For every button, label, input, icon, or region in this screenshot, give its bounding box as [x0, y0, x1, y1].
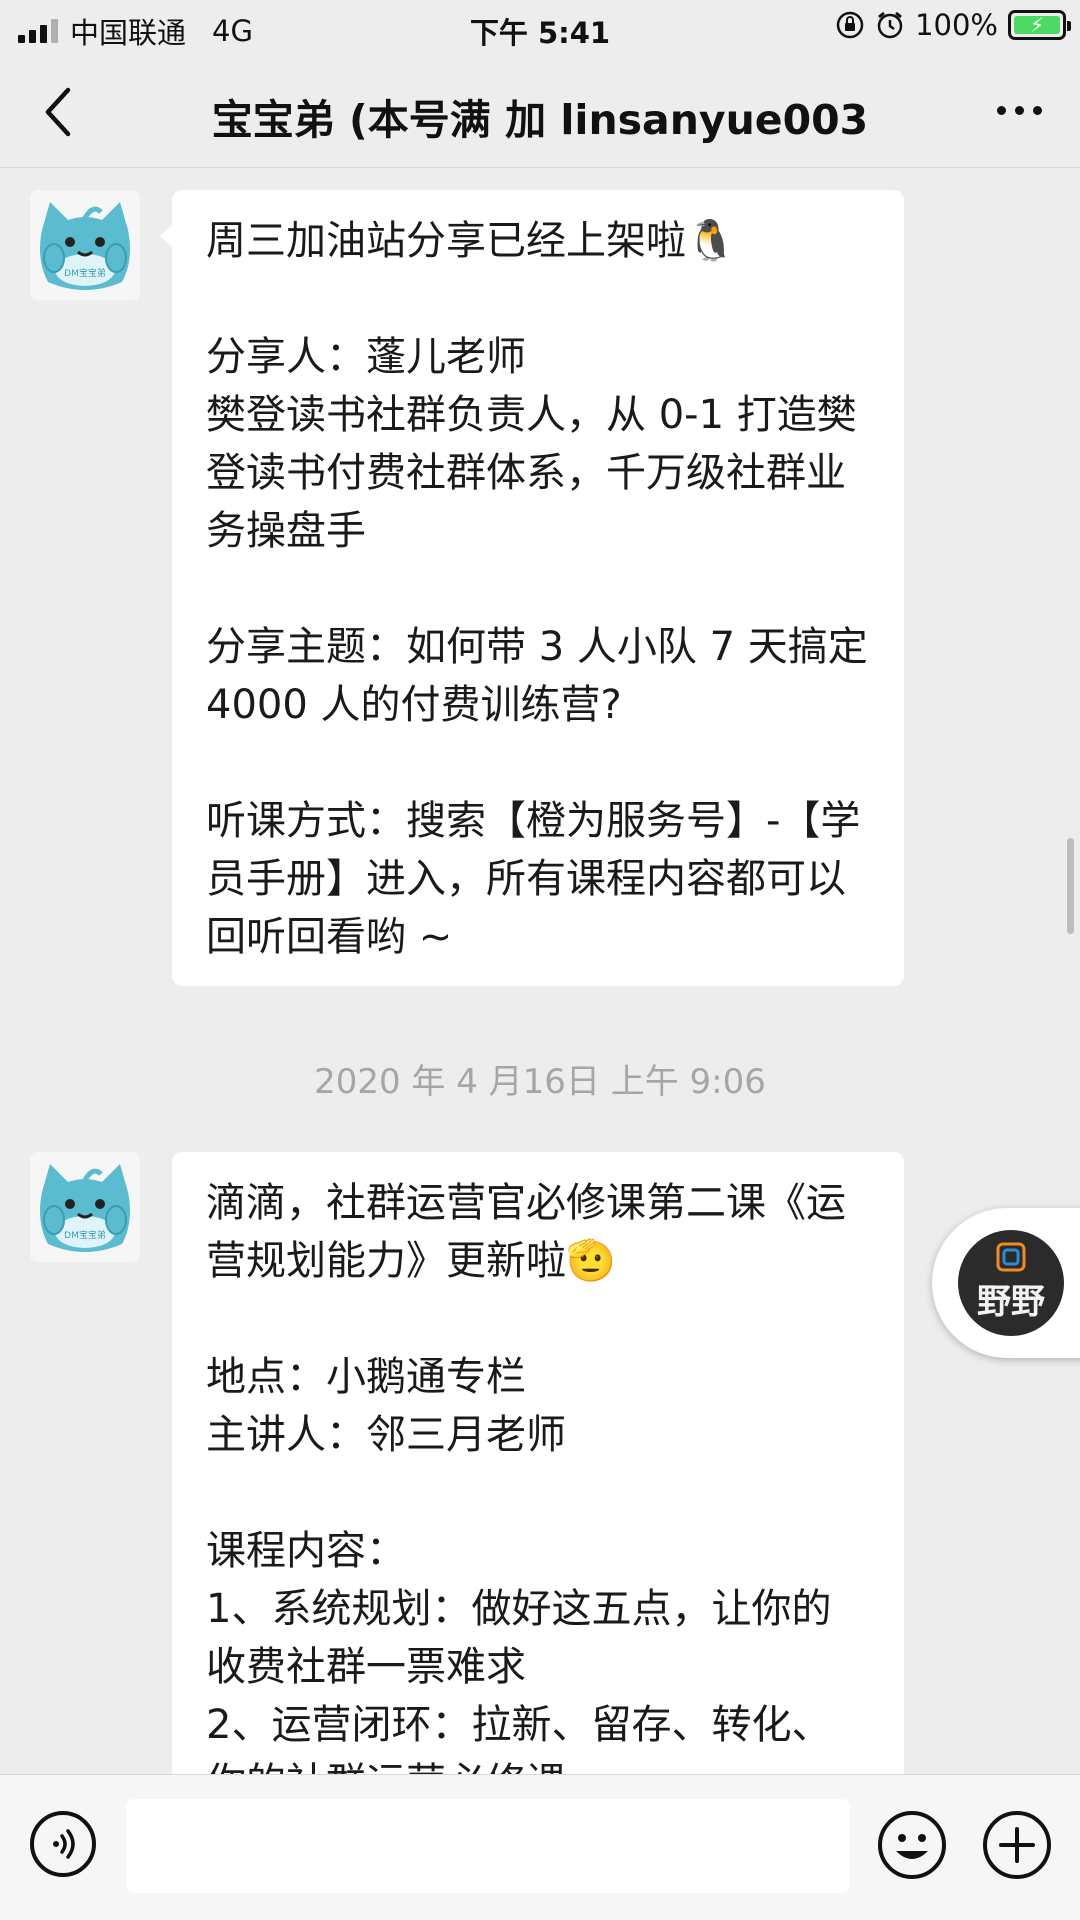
battery-charging-icon: ⚡ [1008, 10, 1071, 40]
message-paragraph: 听课方式：搜索【橙为服务号】-【学员手册】进入，所有课程内容都可以回听回看哟 ~ [206, 798, 861, 960]
message-bubble[interactable]: 周三加油站分享已经上架啦🐧 分享人：蓬儿老师 樊登读书社群负责人，从 0-1 打… [160, 190, 904, 986]
floating-widget-label: 野野 [977, 1282, 1045, 1322]
message-timestamp: 2020 年 4 月16日 上午 9:06 [314, 1062, 766, 1102]
more-dots-icon[interactable] [997, 106, 1042, 115]
salute-emoji-icon: 🫡 [566, 1238, 616, 1284]
message-text: 滴滴，社群运营官必修课第二课《运营规划能力》更新啦 [206, 1180, 846, 1284]
avatar[interactable]: DM宝宝弟 [30, 1152, 140, 1262]
nav-bar: 宝宝弟 (本号满 加 linsanyue003 [0, 56, 1080, 168]
floating-widget-icon: 野野 [958, 1230, 1064, 1336]
message-paragraph: 分享人：蓬儿老师 樊登读书社群负责人，从 0-1 打造樊登读书付费社群体系，千万… [206, 334, 857, 554]
cat-mascot-icon: DM宝宝弟 [30, 190, 140, 300]
message-input[interactable] [126, 1799, 850, 1893]
message-paragraph: 周三加油站分享已经上架啦🐧 [206, 212, 870, 270]
avatar[interactable]: DM宝宝弟 [30, 190, 140, 300]
avatar-caption: DM宝宝弟 [64, 1229, 106, 1241]
status-right: 100% ⚡ [835, 8, 1071, 42]
scrollbar-thumb[interactable] [1067, 838, 1074, 934]
floating-widget[interactable]: 野野 [932, 1208, 1080, 1358]
cat-mascot-icon: DM宝宝弟 [30, 1152, 140, 1262]
message-paragraph: 地点：小鹅通专栏 主讲人：邻三月老师 [206, 1354, 566, 1458]
chat-title: 宝宝弟 (本号满 加 linsanyue003 [211, 96, 869, 144]
voice-icon[interactable] [28, 1809, 98, 1879]
message-paragraph: 课程内容： 1、系统规划：做好这五点，让你的收费社群一票难求 2、运营闭环：拉新… [206, 1528, 832, 1806]
alarm-icon [877, 11, 903, 39]
avatar-caption: DM宝宝弟 [64, 267, 106, 279]
message-text: 周三加油站分享已经上架啦 [206, 218, 686, 264]
emoji-icon[interactable] [876, 1809, 948, 1881]
logo-icon [996, 1242, 1026, 1272]
battery-percent: 100% [915, 8, 998, 42]
orientation-lock-icon [836, 11, 864, 39]
message-bubble[interactable]: 滴滴，社群运营官必修课第二课《运营规划能力》更新啦🫡 地点：小鹅通专栏 主讲人：… [172, 1152, 904, 1872]
message-paragraph: 滴滴，社群运营官必修课第二课《运营规划能力》更新啦🫡 [206, 1174, 870, 1290]
message-paragraph: 分享主题：如何带 3 人小队 7 天搞定 4000 人的付费训练营? [206, 624, 881, 728]
chevron-left-icon[interactable] [38, 82, 78, 142]
status-bar: 中国联通 4G 下午 5:41 100% ⚡ [0, 0, 1080, 56]
penguin-emoji-icon: 🐧 [686, 218, 736, 264]
chat-screen: 中国联通 4G 下午 5:41 100% ⚡ 宝宝弟 (本号满 加 linsan… [0, 0, 1080, 1920]
plus-icon[interactable] [981, 1809, 1053, 1881]
input-bar [0, 1774, 1080, 1920]
